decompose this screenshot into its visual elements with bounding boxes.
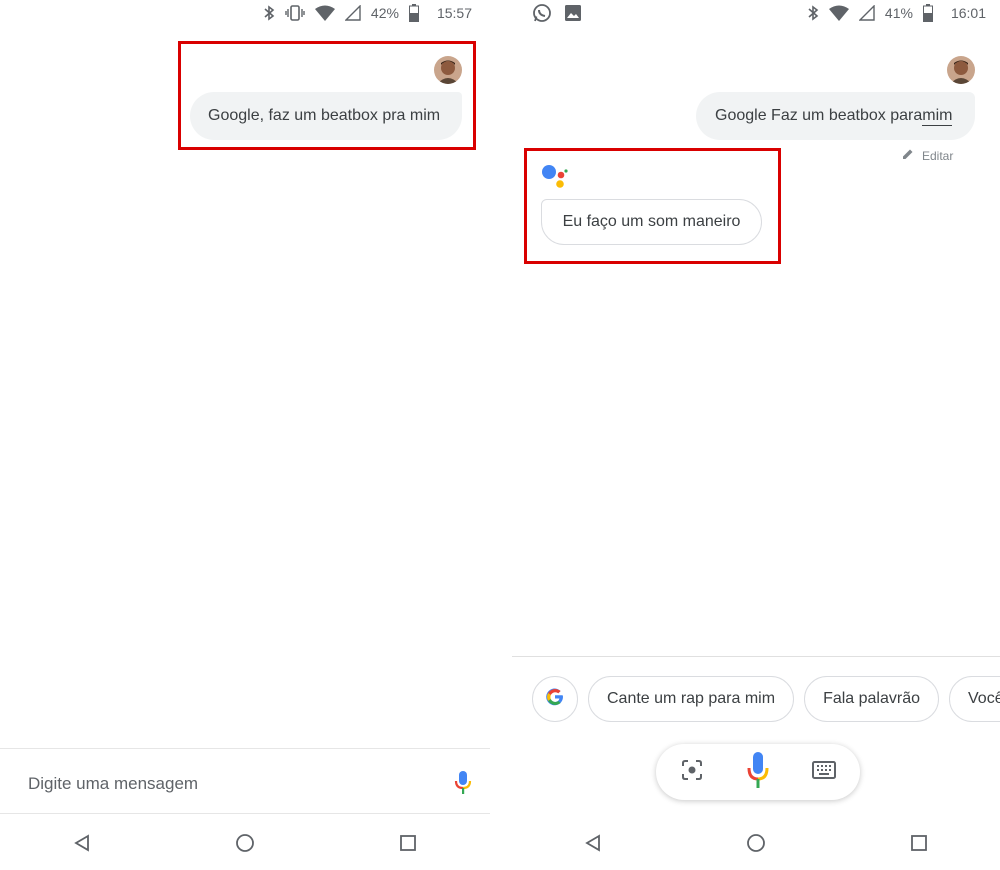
gallery-icon bbox=[564, 4, 582, 22]
status-time: 15:57 bbox=[436, 5, 472, 21]
suggestion-chip[interactable]: Cante um rap para mim bbox=[588, 676, 795, 722]
google-search-chip[interactable] bbox=[532, 676, 578, 722]
lens-icon[interactable] bbox=[680, 758, 704, 787]
user-message-text: Google, faz um beatbox pra mim bbox=[208, 107, 441, 124]
back-icon[interactable] bbox=[573, 823, 613, 863]
mic-icon[interactable] bbox=[746, 751, 770, 793]
suggestion-chips: Cante um rap para mim Fala palavrão Você bbox=[532, 676, 1000, 722]
assistant-message-bubble: Eu faço um som maneiro bbox=[541, 199, 762, 245]
divider bbox=[512, 656, 1000, 657]
avatar[interactable] bbox=[947, 56, 975, 84]
bluetooth-icon bbox=[263, 5, 275, 21]
home-icon[interactable] bbox=[736, 823, 776, 863]
left-screen: 42% 15:57 Google, faz um beatbox pra mim… bbox=[0, 0, 490, 870]
user-message-underlined-word: mim bbox=[922, 106, 953, 126]
signal-icon bbox=[858, 5, 875, 21]
vibrate-icon bbox=[285, 5, 305, 21]
signal-icon bbox=[344, 5, 361, 21]
back-icon[interactable] bbox=[62, 823, 102, 863]
message-input-placeholder[interactable]: Digite uma mensagem bbox=[28, 774, 198, 794]
status-icons: 42% 15:57 bbox=[263, 4, 472, 22]
status-time: 16:01 bbox=[950, 5, 986, 21]
recents-icon[interactable] bbox=[899, 823, 939, 863]
wifi-icon bbox=[314, 5, 335, 21]
suggestion-chip[interactable]: Você bbox=[949, 676, 1000, 722]
keyboard-icon[interactable] bbox=[812, 760, 836, 784]
assistant-action-bar bbox=[656, 744, 860, 800]
pencil-icon bbox=[902, 148, 914, 163]
battery-percent: 42% bbox=[370, 5, 399, 21]
avatar[interactable] bbox=[434, 56, 462, 84]
user-message-bubble: Google, faz um beatbox pra mim bbox=[190, 92, 462, 140]
google-g-icon bbox=[545, 687, 565, 712]
edit-label: Editar bbox=[922, 148, 954, 163]
status-icons: 41% 16:01 bbox=[807, 4, 986, 22]
assistant-message-text: Eu faço um som maneiro bbox=[562, 213, 741, 230]
whatsapp-icon bbox=[532, 3, 552, 23]
status-bar: 41% 16:01 bbox=[512, 0, 1000, 30]
nav-bar bbox=[0, 820, 490, 866]
home-icon[interactable] bbox=[225, 823, 265, 863]
message-input-bar[interactable]: Digite uma mensagem bbox=[0, 748, 490, 814]
wifi-icon bbox=[828, 5, 849, 21]
battery-percent: 41% bbox=[884, 5, 913, 21]
mic-icon[interactable] bbox=[454, 771, 472, 800]
google-assistant-icon bbox=[540, 163, 568, 196]
edit-link[interactable]: Editar bbox=[902, 148, 953, 163]
user-message-text: Google Faz um beatbox para bbox=[715, 107, 923, 124]
battery-icon bbox=[408, 4, 419, 22]
notification-icons bbox=[532, 3, 582, 23]
status-bar: 42% 15:57 bbox=[0, 0, 490, 30]
bluetooth-icon bbox=[807, 5, 819, 21]
battery-icon bbox=[922, 4, 933, 22]
right-screen: 41% 16:01 Google Faz um beatbox para mim… bbox=[512, 0, 1000, 870]
suggestion-chip[interactable]: Fala palavrão bbox=[804, 676, 940, 722]
recents-icon[interactable] bbox=[388, 823, 428, 863]
user-message-bubble[interactable]: Google Faz um beatbox para mim bbox=[696, 92, 975, 140]
nav-bar bbox=[512, 820, 1000, 866]
